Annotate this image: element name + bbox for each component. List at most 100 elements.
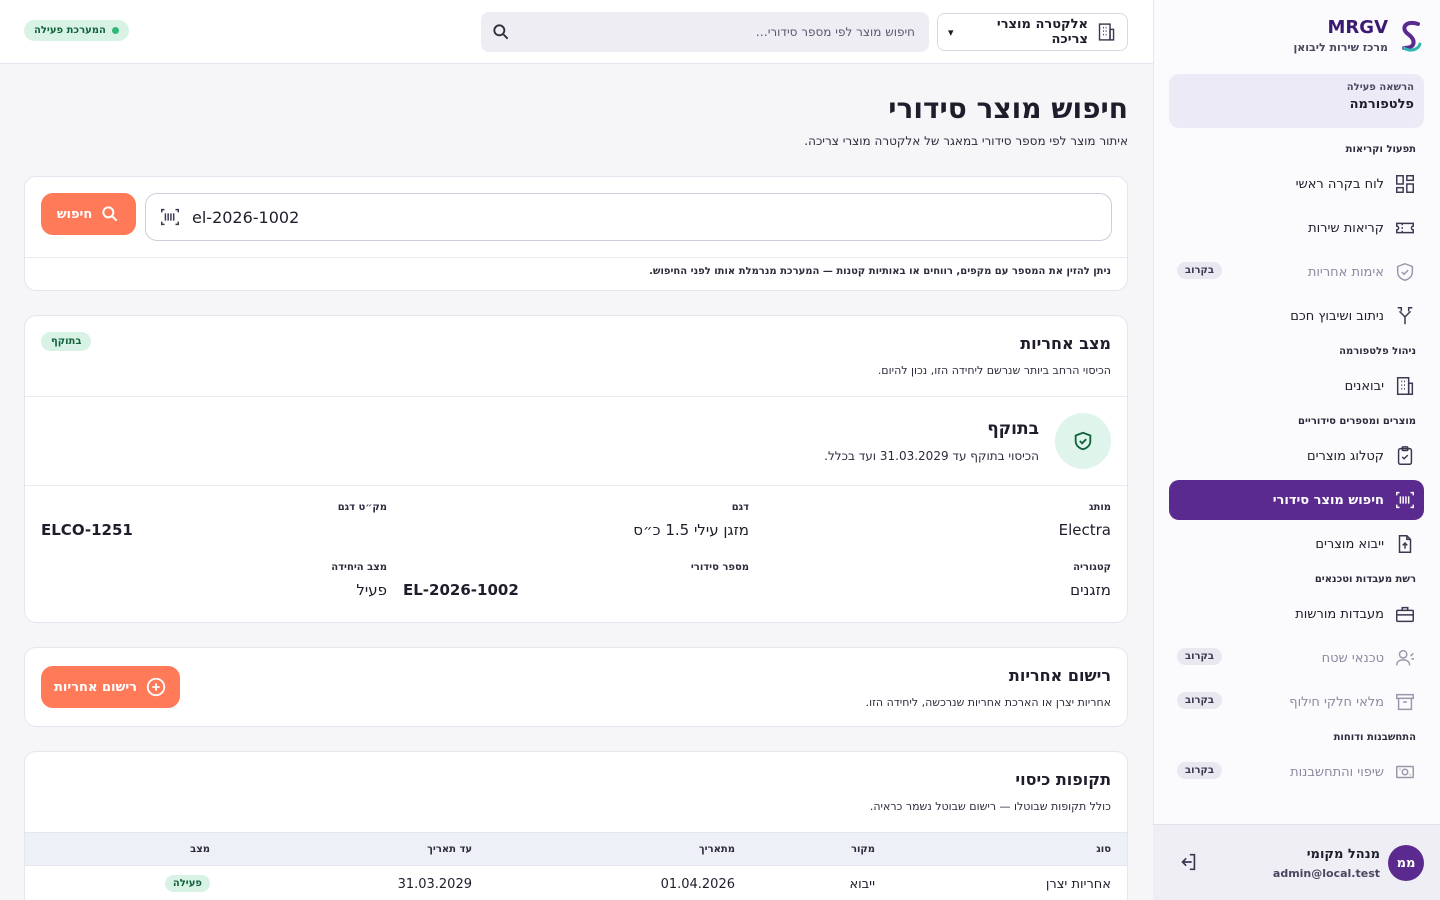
logout-icon[interactable] — [1177, 851, 1199, 873]
page-subtitle: איתור מוצר לפי מספר סידורי במאגר של אלקט… — [804, 134, 1128, 148]
detail-label: מצב היחידה — [331, 562, 387, 573]
registration-title: רישום אחריות — [1008, 666, 1111, 685]
status-dot — [111, 27, 119, 34]
sidebar-item-catalog[interactable]: קטלוג מוצרים — [1169, 436, 1424, 476]
cell-from: 01.04.2026 — [660, 877, 735, 892]
coming-soon-badge: בקרוב — [1177, 692, 1223, 709]
table-row[interactable]: אחריות יצרן ייבוא 01.04.2026 31.03.2029 … — [25, 866, 1127, 900]
detail-value: ELCO-1251 — [41, 521, 133, 539]
cell-to: 31.03.2029 — [397, 877, 472, 892]
detail-value: מזגן עילי 1.5 כ״ס — [633, 521, 749, 539]
avatar[interactable]: ממ — [1388, 845, 1424, 881]
sidebar-item-technicians[interactable]: טכנאי שטח בקרוב — [1169, 638, 1424, 678]
file-upload-icon — [1394, 533, 1416, 555]
serial-search-button[interactable]: חיפוש — [41, 193, 136, 235]
nav-section-platform: ניהול פלטפורמה — [1339, 346, 1416, 357]
sidebar-item-spare-parts[interactable]: מלאי חלקי חילוף בקרוב — [1169, 682, 1424, 722]
global-search-input[interactable] — [511, 25, 915, 39]
warranty-status-card: מצב אחריות הכיסוי הרחב ביותר שנרשם ליחיד… — [24, 315, 1128, 623]
column-header-status[interactable]: מצב — [190, 844, 210, 855]
sidebar-item-serial-search[interactable]: חיפוש מוצר סידורי — [1169, 480, 1424, 520]
serial-input[interactable] — [192, 207, 1099, 227]
warranty-badge: בתוקף — [41, 332, 92, 351]
serial-search-card: חיפוש ניתן להזין את המספר עם מקפים, רווח… — [24, 176, 1128, 291]
main-content: חיפוש מוצר סידורי איתור מוצר לפי מספר סי… — [0, 64, 1153, 900]
building-icon — [1098, 23, 1115, 41]
table-header: סוג מקור מתאריך עד תאריך מצב — [25, 832, 1127, 866]
detail-label: דגם — [731, 502, 749, 513]
dashboard-icon — [1394, 173, 1416, 195]
money-icon — [1394, 761, 1416, 783]
barcode-icon[interactable] — [158, 206, 182, 228]
chevron-down-icon: ▾ — [948, 25, 954, 39]
serial-search-button-label: חיפוש — [56, 206, 93, 222]
coverage-title: תקופות כיסוי — [1015, 770, 1111, 789]
global-search[interactable] — [481, 12, 929, 52]
sidebar-item-smart-routing[interactable]: ניתוב ושיבוץ חכם — [1169, 296, 1424, 336]
detail-value: פעיל — [356, 581, 387, 599]
coming-soon-badge: בקרוב — [1177, 762, 1223, 779]
warranty-subtitle: הכיסוי הרחב ביותר שנרשם ליחידה הזו, נכון… — [877, 364, 1111, 377]
coming-soon-badge: בקרוב — [1177, 262, 1223, 279]
detail-value: Electra — [1058, 521, 1111, 539]
detail-model: דגם מזגן עילי 1.5 כ״ס — [403, 502, 749, 539]
sidebar-item-warranty-verify[interactable]: אימות אחריות בקרוב — [1169, 252, 1424, 292]
serial-input-wrapper[interactable] — [145, 193, 1112, 241]
ticket-icon — [1394, 217, 1416, 239]
detail-value: מזגנים — [1070, 581, 1111, 599]
sidebar: MRGV מרכז שירות ליבואן הרשאה פעילה פלטפו… — [1153, 0, 1440, 900]
page-title: חיפוש מוצר סידורי — [888, 92, 1128, 125]
detail-label: מספר סידורי — [690, 562, 749, 573]
barcode-icon — [1394, 489, 1416, 511]
sidebar-item-label: מלאי חלקי חילוף — [1289, 694, 1384, 710]
register-warranty-button[interactable]: רישום אחריות — [41, 666, 180, 708]
brand-subtitle: מרכז שירות ליבואן — [1293, 40, 1388, 54]
detail-label: מותג — [1089, 502, 1111, 513]
coverage-periods-card: תקופות כיסוי כולל תקופות שבוטלו — רישום … — [24, 751, 1128, 900]
detail-sku: מק״ט דגם ELCO-1251 — [41, 502, 387, 539]
product-details: מותג Electra דגם מזגן עילי 1.5 כ״ס מק״ט … — [41, 502, 1111, 612]
brand[interactable]: MRGV מרכז שירות ליבואן — [1293, 18, 1424, 54]
brand-logo — [1402, 21, 1422, 52]
system-status-text: המערכת פעילה — [34, 25, 106, 36]
active-tenant[interactable]: הרשאה פעילה פלטפורמה — [1169, 74, 1424, 128]
tenant-select-value: אלקטרה מוצרי צריכה — [996, 17, 1088, 47]
status-badge: פעילה — [164, 875, 210, 892]
tenant-select[interactable]: אלקטרה מוצרי צריכה ▾ — [937, 13, 1128, 51]
sidebar-item-label: ניתוב ושיבוץ חכם — [1290, 308, 1384, 324]
sidebar-item-service-calls[interactable]: קריאות שירות — [1169, 208, 1424, 248]
nav-section-billing: התחשבנות ודוחות — [1333, 732, 1416, 743]
warranty-status-title: בתוקף — [987, 419, 1039, 439]
column-header-type[interactable]: סוג — [1096, 844, 1111, 855]
detail-brand: מותג Electra — [765, 502, 1111, 539]
detail-value: EL-2026-1002 — [403, 581, 519, 599]
nav-section-operations: תפעול וקריאות — [1345, 144, 1416, 155]
warranty-status-text: הכיסוי בתוקף עד 31.03.2029 ועד בכלל. — [824, 449, 1039, 463]
column-header-from[interactable]: מתאריך — [699, 844, 735, 855]
top-bar: אלקטרה מוצרי צריכה ▾ המערכת פעילה — [0, 0, 1153, 64]
sidebar-item-label: מעבדות מורשות — [1295, 606, 1384, 622]
sidebar-item-product-import[interactable]: ייבוא מוצרים — [1169, 524, 1424, 564]
system-status-badge: המערכת פעילה — [24, 20, 129, 41]
coverage-table: סוג מקור מתאריך עד תאריך מצב אחריות יצרן… — [25, 832, 1127, 900]
detail-unit-status: מצב היחידה פעיל — [41, 562, 387, 599]
cell-source: ייבוא — [849, 877, 875, 892]
sidebar-item-reimbursement[interactable]: שיפוי והתחשבנות בקרוב — [1169, 752, 1424, 792]
plus-circle-icon — [146, 677, 166, 697]
sidebar-item-labs[interactable]: מעבדות מורשות — [1169, 594, 1424, 634]
detail-category: קטגוריה מזגנים — [765, 562, 1111, 599]
active-tenant-label: הרשאה פעילה — [1346, 82, 1414, 93]
search-icon[interactable] — [491, 22, 511, 42]
brand-name: MRGV — [1327, 16, 1388, 38]
column-header-source[interactable]: מקור — [851, 844, 875, 855]
sidebar-item-importers[interactable]: יבואנים — [1169, 366, 1424, 406]
technician-icon — [1394, 647, 1416, 669]
shield-check-icon — [1055, 413, 1111, 469]
nav-section-products: מוצרים ומספרים סידוריים — [1298, 416, 1416, 427]
register-warranty-button-label: רישום אחריות — [54, 679, 137, 695]
warranty-title: מצב אחריות — [1020, 334, 1111, 353]
clipboard-icon — [1394, 445, 1416, 467]
column-header-to[interactable]: עד תאריך — [427, 844, 472, 855]
sidebar-item-dashboard[interactable]: לוח בקרה ראשי — [1169, 164, 1424, 204]
coverage-subtitle: כולל תקופות שבוטלו — רישום שבוטל נשמר כר… — [869, 800, 1111, 813]
